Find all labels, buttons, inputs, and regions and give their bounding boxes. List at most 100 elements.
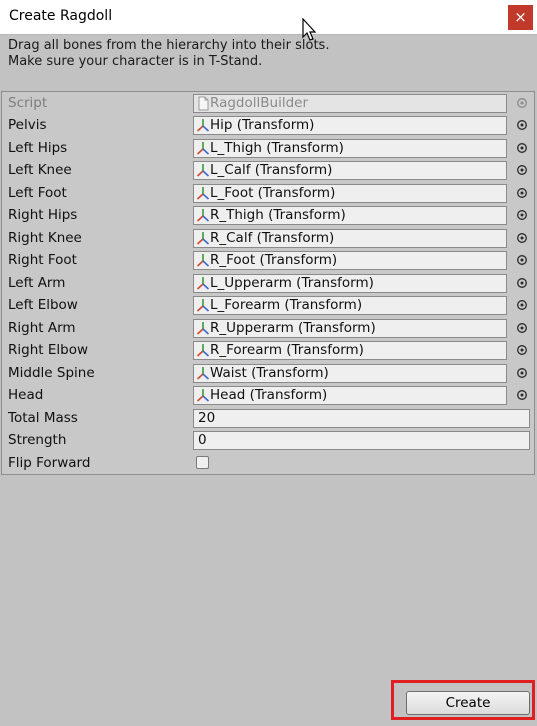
bone-value: L_Upperarm (Transform) bbox=[210, 274, 374, 291]
bone-transform-field[interactable]: R_Thigh (Transform) bbox=[193, 206, 507, 225]
bone-label: Left Foot bbox=[8, 184, 67, 201]
bone-transform-field[interactable]: R_Foot (Transform) bbox=[193, 251, 507, 270]
bone-transform-field[interactable]: L_Foot (Transform) bbox=[193, 183, 507, 203]
object-picker-icon[interactable] bbox=[516, 322, 528, 334]
transform-icon bbox=[196, 366, 210, 380]
bone-value: Head (Transform) bbox=[210, 387, 328, 403]
object-picker-icon[interactable] bbox=[516, 232, 528, 244]
close-button[interactable]: × bbox=[508, 5, 533, 30]
bone-row: Middle Spine Waist (Transform) bbox=[2, 363, 534, 384]
transform-icon bbox=[196, 141, 210, 155]
bone-transform-field[interactable]: Head (Transform) bbox=[193, 386, 507, 405]
bone-row: Left Arm L_Upperarm (Transform) bbox=[2, 273, 534, 294]
bone-transform-field[interactable]: Hip (Transform) bbox=[193, 116, 507, 135]
bone-value: L_Forearm (Transform) bbox=[210, 297, 363, 313]
flip-forward-label: Flip Forward bbox=[8, 455, 91, 471]
bone-transform-field[interactable]: L_Calf (Transform) bbox=[193, 161, 507, 180]
title-bar: Create Ragdoll × bbox=[0, 0, 537, 35]
bone-label: Right Hips bbox=[8, 207, 78, 223]
bone-label: Left Knee bbox=[8, 162, 72, 178]
total-mass-label: Total Mass bbox=[8, 410, 78, 426]
transform-icon bbox=[196, 276, 210, 290]
object-picker-icon[interactable] bbox=[516, 164, 528, 176]
transform-icon bbox=[196, 344, 210, 357]
bone-value: Waist (Transform) bbox=[210, 364, 329, 381]
transform-icon bbox=[196, 389, 210, 402]
transform-icon bbox=[196, 231, 210, 245]
transform-icon bbox=[196, 209, 210, 222]
script-label: Script bbox=[8, 95, 48, 111]
bone-row: Right Foot R_Foot (Transform) bbox=[2, 250, 534, 271]
flip-forward-checkbox[interactable] bbox=[196, 456, 209, 469]
bone-row: Head Head (Transform) bbox=[2, 385, 534, 406]
bone-row: Left Foot L_Foot (Transform) bbox=[2, 183, 534, 204]
bone-row: Left Hips L_Thigh (Transform) bbox=[2, 138, 534, 159]
script-row: Script RagdollBuilder bbox=[2, 93, 534, 114]
object-picker-icon[interactable] bbox=[516, 119, 528, 131]
total-mass-row: Total Mass 20 bbox=[2, 408, 534, 429]
bone-row: Right Knee R_Calf (Transform) bbox=[2, 228, 534, 249]
object-picker-icon[interactable] bbox=[516, 367, 528, 379]
bone-label: Middle Spine bbox=[8, 364, 95, 381]
object-picker-icon[interactable] bbox=[516, 389, 528, 401]
bone-row: Right Elbow R_Forearm (Transform) bbox=[2, 340, 534, 361]
bone-row: Right Hips R_Thigh (Transform) bbox=[2, 205, 534, 226]
bone-value: R_Forearm (Transform) bbox=[210, 342, 364, 358]
bone-value: R_Thigh (Transform) bbox=[210, 207, 346, 223]
object-picker-icon[interactable] bbox=[516, 277, 528, 289]
bone-label: Right Knee bbox=[8, 229, 82, 246]
bone-row: Left Elbow L_Forearm (Transform) bbox=[2, 295, 534, 316]
script-file-icon bbox=[198, 96, 209, 111]
object-picker-icon bbox=[517, 98, 527, 108]
object-picker-icon[interactable] bbox=[516, 344, 528, 356]
bone-value: Hip (Transform) bbox=[210, 117, 315, 133]
bone-row: Right Arm R_Upperarm (Transform) bbox=[2, 318, 534, 339]
script-field: RagdollBuilder bbox=[193, 94, 507, 113]
bone-transform-field[interactable]: Waist (Transform) bbox=[193, 363, 507, 383]
bone-value: L_Foot (Transform) bbox=[210, 184, 336, 201]
object-picker-icon[interactable] bbox=[516, 209, 528, 221]
bone-value: L_Calf (Transform) bbox=[210, 162, 333, 178]
object-picker-icon[interactable] bbox=[516, 299, 528, 311]
instruction-line: Make sure your character is in T-Stand. bbox=[8, 54, 263, 69]
transform-icon bbox=[196, 186, 210, 200]
bone-value: R_Foot (Transform) bbox=[210, 252, 338, 268]
create-button[interactable]: Create bbox=[406, 691, 530, 715]
transform-icon bbox=[196, 321, 210, 335]
bone-row: Left Knee L_Calf (Transform) bbox=[2, 160, 534, 181]
strength-label: Strength bbox=[8, 432, 67, 448]
bone-label: Pelvis bbox=[8, 117, 47, 133]
script-value: RagdollBuilder bbox=[210, 95, 309, 111]
bone-transform-field[interactable]: L_Forearm (Transform) bbox=[193, 296, 507, 315]
strength-row: Strength 0 bbox=[2, 430, 534, 451]
bone-value: R_Upperarm (Transform) bbox=[210, 319, 376, 336]
instructions: Drag all bones from the hierarchy into t… bbox=[8, 38, 329, 70]
bone-label: Left Arm bbox=[8, 274, 66, 291]
object-picker-icon[interactable] bbox=[516, 254, 528, 266]
bone-transform-field[interactable]: L_Upperarm (Transform) bbox=[193, 273, 507, 293]
bone-row: Pelvis Hip (Transform) bbox=[2, 115, 534, 136]
bone-label: Right Foot bbox=[8, 252, 77, 268]
total-mass-input[interactable]: 20 bbox=[193, 409, 530, 428]
bone-label: Left Elbow bbox=[8, 297, 78, 313]
object-picker-icon[interactable] bbox=[516, 187, 528, 199]
ragdoll-properties-panel: Script RagdollBuilder Pelvis Hip (Transfo… bbox=[1, 91, 535, 475]
bone-transform-field[interactable]: R_Upperarm (Transform) bbox=[193, 318, 507, 338]
bone-value: R_Calf (Transform) bbox=[210, 229, 335, 246]
bone-transform-field[interactable]: R_Calf (Transform) bbox=[193, 228, 507, 248]
transform-icon bbox=[196, 299, 210, 312]
bone-label: Right Elbow bbox=[8, 342, 88, 358]
bone-transform-field[interactable]: L_Thigh (Transform) bbox=[193, 138, 507, 158]
transform-icon bbox=[196, 119, 210, 132]
bone-label: Left Hips bbox=[8, 139, 68, 156]
transform-icon bbox=[196, 164, 210, 177]
strength-input[interactable]: 0 bbox=[193, 431, 530, 450]
flip-forward-row: Flip Forward bbox=[2, 453, 534, 474]
window-title: Create Ragdoll bbox=[9, 8, 113, 24]
instruction-line: Drag all bones from the hierarchy into t… bbox=[8, 38, 330, 53]
object-picker-icon[interactable] bbox=[516, 142, 528, 154]
bone-value: L_Thigh (Transform) bbox=[210, 139, 344, 156]
bone-transform-field[interactable]: R_Forearm (Transform) bbox=[193, 341, 507, 360]
transform-icon bbox=[196, 254, 210, 267]
bone-label: Head bbox=[8, 387, 44, 403]
